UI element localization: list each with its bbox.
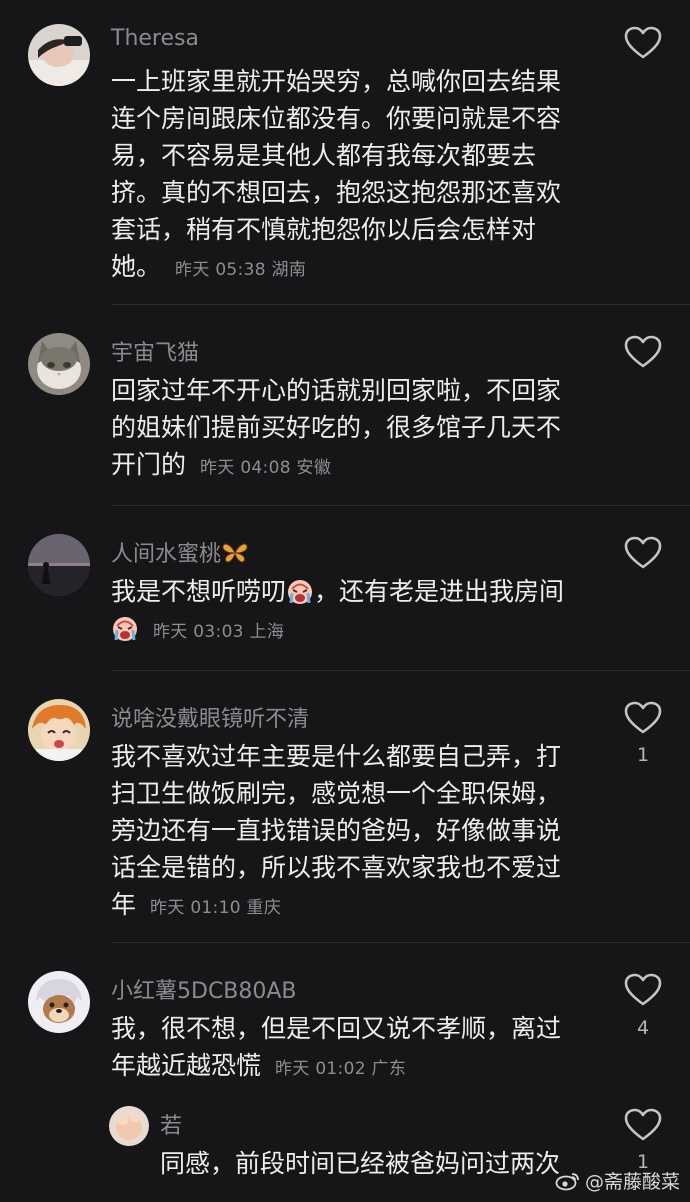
comment-text: 回家过年不开心的话就别回家啦，不回家的姐妹们提前买好吃的，很多馆子几天不开门的昨…: [111, 376, 562, 479]
username[interactable]: 若: [160, 1108, 182, 1140]
heart-outline-icon: [624, 26, 662, 59]
avatar[interactable]: [28, 699, 90, 761]
username[interactable]: 小红薯5DCB80AB: [111, 973, 297, 1005]
avatar[interactable]: [109, 1106, 149, 1146]
like-button[interactable]: [624, 701, 662, 735]
divider: [111, 670, 690, 671]
comment-meta: 昨天 01:02 广东: [275, 1059, 407, 1079]
watermark: @斋藤酸菜: [555, 1167, 680, 1194]
like-count: 1: [636, 744, 650, 766]
username[interactable]: Theresa: [111, 26, 199, 51]
avatar[interactable]: [28, 534, 90, 596]
comment-meta: 昨天 04:08 安徽: [200, 458, 332, 478]
divider: [111, 942, 690, 943]
crying-face-emoji: [111, 614, 139, 642]
heart-outline-icon: [624, 1108, 662, 1141]
crying-face-emoji: [286, 577, 314, 605]
comment-meta: 昨天 05:38 湖南: [175, 260, 307, 280]
heart-outline-icon: [624, 335, 662, 368]
username[interactable]: 说啥没戴眼镜听不清: [111, 701, 309, 733]
comment-text: 我，很不想，但是不回又说不孝顺，离过年越近越恐慌 昨天 01:02 广东: [111, 1014, 562, 1080]
comment-text: 一上班家里就开始哭穷，总喊你回去结果连个房间跟床位都没有。你要问就是不容易，不容…: [111, 67, 562, 281]
like-button[interactable]: [624, 1108, 662, 1142]
heart-outline-icon: [624, 701, 662, 734]
divider: [111, 304, 690, 305]
like-button[interactable]: [624, 26, 662, 60]
avatar[interactable]: [28, 24, 90, 86]
avatar[interactable]: [28, 333, 90, 395]
like-button[interactable]: [624, 335, 662, 369]
heart-outline-icon: [624, 973, 662, 1006]
avatar[interactable]: [28, 971, 90, 1033]
butterfly-emoji: [221, 542, 249, 564]
divider: [111, 505, 690, 506]
reply-text: 同感，前段时间已经被爸妈问过两次: [160, 1149, 561, 1178]
comment-meta: 昨天 01:10 重庆: [150, 898, 282, 918]
like-count: 4: [636, 1017, 650, 1039]
heart-outline-icon: [624, 536, 662, 569]
comment-text: 我不喜欢过年主要是什么都要自己弄，打扫卫生做饭刷完，感觉想一个全职保姆，旁边还有…: [111, 742, 562, 919]
username[interactable]: 人间水蜜桃: [111, 536, 249, 568]
comment-text: 我是不想听唠叨 ，还有老是进出我房间 昨天 03:03 上海: [111, 577, 565, 642]
weibo-logo-icon: [555, 1171, 581, 1191]
like-button[interactable]: [624, 536, 662, 570]
like-button[interactable]: [624, 973, 662, 1007]
comment-meta: 昨天 03:03 上海: [153, 622, 285, 642]
username[interactable]: 宇宙飞猫: [111, 335, 199, 367]
